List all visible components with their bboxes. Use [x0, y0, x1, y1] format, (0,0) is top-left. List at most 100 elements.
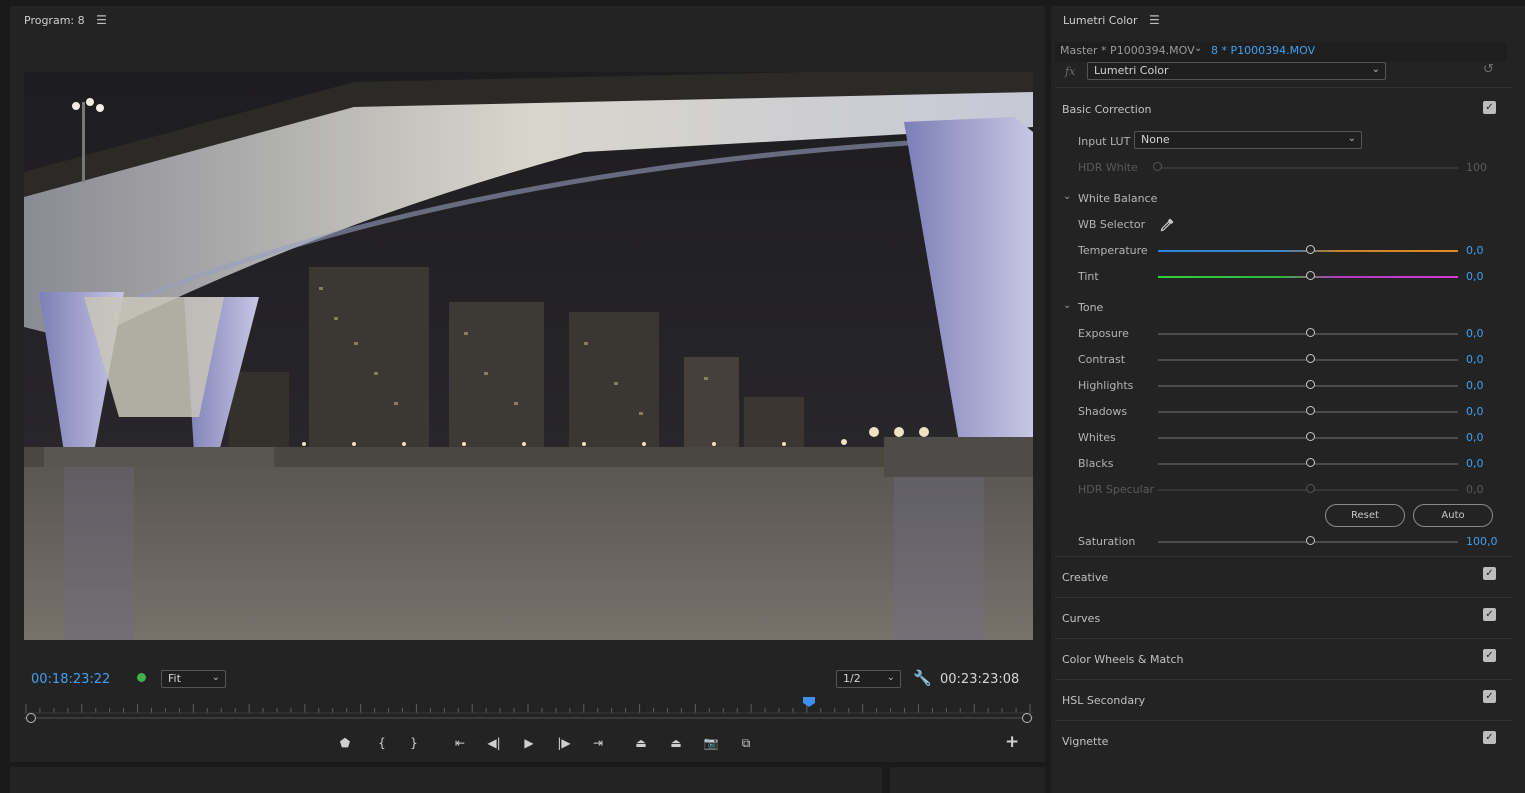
program-panel-header[interactable]: Program: 8 ☰ — [24, 13, 107, 27]
hdr-white-slider-thumb — [1153, 162, 1162, 171]
sequence-clip-label[interactable]: 8 * P1000394.MOV — [1211, 44, 1315, 57]
comparison-view-button[interactable]: ⧉ — [736, 734, 756, 752]
chevron-down-icon[interactable]: ⌄ — [1194, 43, 1202, 54]
hsl-secondary-enable-checkbox[interactable]: ✓ — [1483, 690, 1496, 703]
tint-value[interactable]: 0,0 — [1466, 270, 1484, 283]
lumetri-panel-header[interactable]: Lumetri Color ☰ — [1063, 13, 1160, 27]
transport-controls: ⬟ {} ⇤ ◀| ▶ |▶ ⇥ ⏏ ⏏ 📷 ⧉ — [10, 731, 1045, 755]
in-point-handle[interactable] — [26, 713, 36, 723]
section-creative[interactable]: Creative — [1062, 571, 1108, 584]
hdr-specular-row: HDR Specular 0,0 — [1051, 481, 1525, 499]
chevron-down-icon[interactable]: ⌄ — [1063, 191, 1071, 202]
saturation-slider-thumb[interactable] — [1306, 536, 1315, 545]
zoom-dropdown[interactable]: Fit ⌄ — [161, 670, 226, 688]
vignette-enable-checkbox[interactable]: ✓ — [1483, 731, 1496, 744]
whites-slider-thumb[interactable] — [1306, 432, 1315, 441]
section-white-balance[interactable]: White Balance — [1078, 192, 1157, 205]
wb-selector-label: WB Selector — [1078, 218, 1146, 231]
exposure-row: Exposure 0,0 — [1051, 325, 1525, 343]
creative-enable-checkbox[interactable]: ✓ — [1483, 567, 1496, 580]
export-frame-button[interactable]: 📷 — [701, 734, 721, 752]
go-to-out-button[interactable]: ⇥ — [588, 734, 608, 752]
whites-label: Whites — [1078, 431, 1116, 444]
chevron-down-icon[interactable]: ⌄ — [1063, 300, 1071, 311]
temperature-slider-thumb[interactable] — [1306, 245, 1315, 254]
contrast-slider-thumb[interactable] — [1306, 354, 1315, 363]
reset-button[interactable]: Reset — [1325, 504, 1405, 527]
settings-wrench-icon[interactable]: 🔧 — [913, 669, 932, 687]
chevron-down-icon: ⌄ — [211, 672, 220, 683]
scrub-track[interactable] — [24, 717, 1033, 719]
eyedropper-icon[interactable] — [1159, 217, 1175, 233]
saturation-label: Saturation — [1078, 535, 1136, 548]
scrub-bar[interactable] — [24, 713, 1033, 723]
contrast-label: Contrast — [1078, 353, 1126, 366]
contrast-row: Contrast 0,0 — [1051, 351, 1525, 369]
divider — [1055, 720, 1513, 721]
add-marker-button[interactable]: ⬟ — [335, 734, 355, 752]
resolution-value: 1/2 — [843, 672, 861, 685]
shadows-row: Shadows 0,0 — [1051, 403, 1525, 421]
blacks-slider-thumb[interactable] — [1306, 458, 1315, 467]
exposure-slider-thumb[interactable] — [1306, 328, 1315, 337]
highlights-label: Highlights — [1078, 379, 1134, 392]
step-back-button[interactable]: ◀| — [484, 734, 504, 752]
lift-button[interactable]: ⏏ — [631, 734, 651, 752]
play-button[interactable]: ▶ — [519, 734, 539, 752]
input-lut-value: None — [1141, 133, 1170, 146]
playback-resolution-dropdown[interactable]: 1/2 ⌄ — [836, 670, 901, 688]
master-clip-label[interactable]: Master * P1000394.MOV — [1060, 44, 1195, 57]
effect-name: Lumetri Color — [1094, 64, 1169, 77]
tint-slider-thumb[interactable] — [1306, 271, 1315, 280]
section-curves[interactable]: Curves — [1062, 612, 1100, 625]
input-lut-dropdown[interactable]: None ⌄ — [1134, 131, 1362, 149]
current-timecode[interactable]: 00:18:23:22 — [31, 672, 110, 687]
clip-selector[interactable]: Master * P1000394.MOV ⌄ 8 * P1000394.MOV — [1055, 42, 1507, 62]
lumetri-color-panel: Lumetri Color ☰ Master * P1000394.MOV ⌄ … — [1051, 6, 1525, 793]
section-basic-correction[interactable]: Basic Correction — [1062, 103, 1152, 116]
tint-label: Tint — [1078, 270, 1099, 283]
saturation-value[interactable]: 100,0 — [1466, 535, 1498, 548]
lumetri-title: Lumetri Color — [1063, 14, 1138, 27]
contrast-value[interactable]: 0,0 — [1466, 353, 1484, 366]
section-vignette[interactable]: Vignette — [1062, 735, 1108, 748]
hdr-white-label: HDR White — [1078, 161, 1138, 174]
shadows-slider-thumb[interactable] — [1306, 406, 1315, 415]
go-to-in-button[interactable]: ⇤ — [450, 734, 470, 752]
reset-effect-icon[interactable]: ↺ — [1483, 62, 1494, 77]
section-tone[interactable]: Tone — [1078, 301, 1103, 314]
curves-enable-checkbox[interactable]: ✓ — [1483, 608, 1496, 621]
divider — [1055, 597, 1513, 598]
shadows-value[interactable]: 0,0 — [1466, 405, 1484, 418]
button-editor-plus-button[interactable]: + — [1005, 732, 1019, 752]
chevron-down-icon: ⌄ — [1371, 64, 1380, 75]
mark-in-button[interactable]: { — [372, 734, 392, 752]
blacks-label: Blacks — [1078, 457, 1114, 470]
hdr-white-row: HDR White 100 — [1051, 159, 1525, 177]
mark-out-button[interactable]: } — [404, 734, 424, 752]
effect-instance-dropdown[interactable]: Lumetri Color ⌄ — [1087, 62, 1386, 80]
program-monitor-panel: Program: 8 ☰ 00:18:23:22 Fit ⌄ 1/2 ⌄ 🔧 0… — [10, 6, 1045, 762]
out-point-handle[interactable] — [1022, 713, 1032, 723]
exposure-value[interactable]: 0,0 — [1466, 327, 1484, 340]
program-title: Program: 8 — [24, 14, 85, 27]
chevron-down-icon: ⌄ — [886, 672, 895, 683]
blacks-value[interactable]: 0,0 — [1466, 457, 1484, 470]
panel-menu-icon[interactable]: ☰ — [1149, 13, 1160, 27]
hdr-specular-label: HDR Specular — [1078, 483, 1154, 496]
temperature-value[interactable]: 0,0 — [1466, 244, 1484, 257]
auto-button[interactable]: Auto — [1413, 504, 1493, 527]
saturation-row: Saturation 100,0 — [1051, 533, 1525, 551]
temperature-row: Temperature 0,0 — [1051, 242, 1525, 260]
color-wheels-and-match-enable-checkbox[interactable]: ✓ — [1483, 649, 1496, 662]
highlights-slider-thumb[interactable] — [1306, 380, 1315, 389]
highlights-value[interactable]: 0,0 — [1466, 379, 1484, 392]
section-hsl-secondary[interactable]: HSL Secondary — [1062, 694, 1145, 707]
divider — [1055, 638, 1513, 639]
panel-menu-icon[interactable]: ☰ — [96, 13, 107, 27]
basic-correction-enable-checkbox[interactable]: ✓ — [1483, 101, 1496, 114]
section-color-wheels-and-match[interactable]: Color Wheels & Match — [1062, 653, 1184, 666]
extract-button[interactable]: ⏏ — [666, 734, 686, 752]
step-forward-button[interactable]: |▶ — [554, 734, 574, 752]
whites-value[interactable]: 0,0 — [1466, 431, 1484, 444]
